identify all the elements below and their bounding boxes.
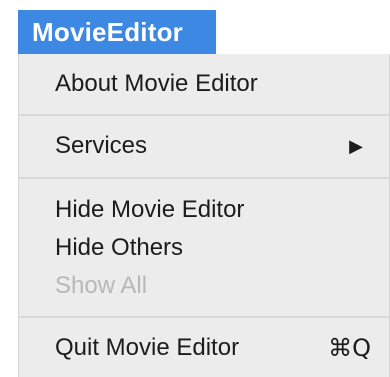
menu-item-show-all: Show All <box>19 266 389 306</box>
menu-separator <box>19 316 389 318</box>
quit-shortcut: ⌘Q <box>328 334 371 362</box>
menu-item-hide-others-label: Hide Others <box>55 234 184 261</box>
menu-item-quit-label: Quit Movie Editor <box>55 334 240 361</box>
menu-item-about[interactable]: About Movie Editor <box>19 64 389 104</box>
screen: MovieEditor About Movie Editor Services … <box>0 0 390 377</box>
menu-item-about-label: About Movie Editor <box>55 70 258 97</box>
menu-separator <box>19 177 389 179</box>
app-menu-title[interactable]: MovieEditor <box>18 10 216 54</box>
menu-separator <box>19 114 389 116</box>
menu-item-services[interactable]: Services ▶ <box>19 126 389 166</box>
app-menu-dropdown: About Movie Editor Services ▶ Hide Movie… <box>18 54 390 377</box>
menu-item-services-label: Services <box>55 132 148 159</box>
menu-item-show-all-label: Show All <box>55 272 148 299</box>
menu-item-hide-label: Hide Movie Editor <box>55 196 245 223</box>
menu-item-hide-others[interactable]: Hide Others <box>19 228 389 268</box>
menu-item-hide[interactable]: Hide Movie Editor <box>19 190 389 230</box>
menu-item-quit[interactable]: Quit Movie Editor ⌘Q <box>19 328 389 368</box>
submenu-arrow-icon: ▶ <box>349 136 363 156</box>
